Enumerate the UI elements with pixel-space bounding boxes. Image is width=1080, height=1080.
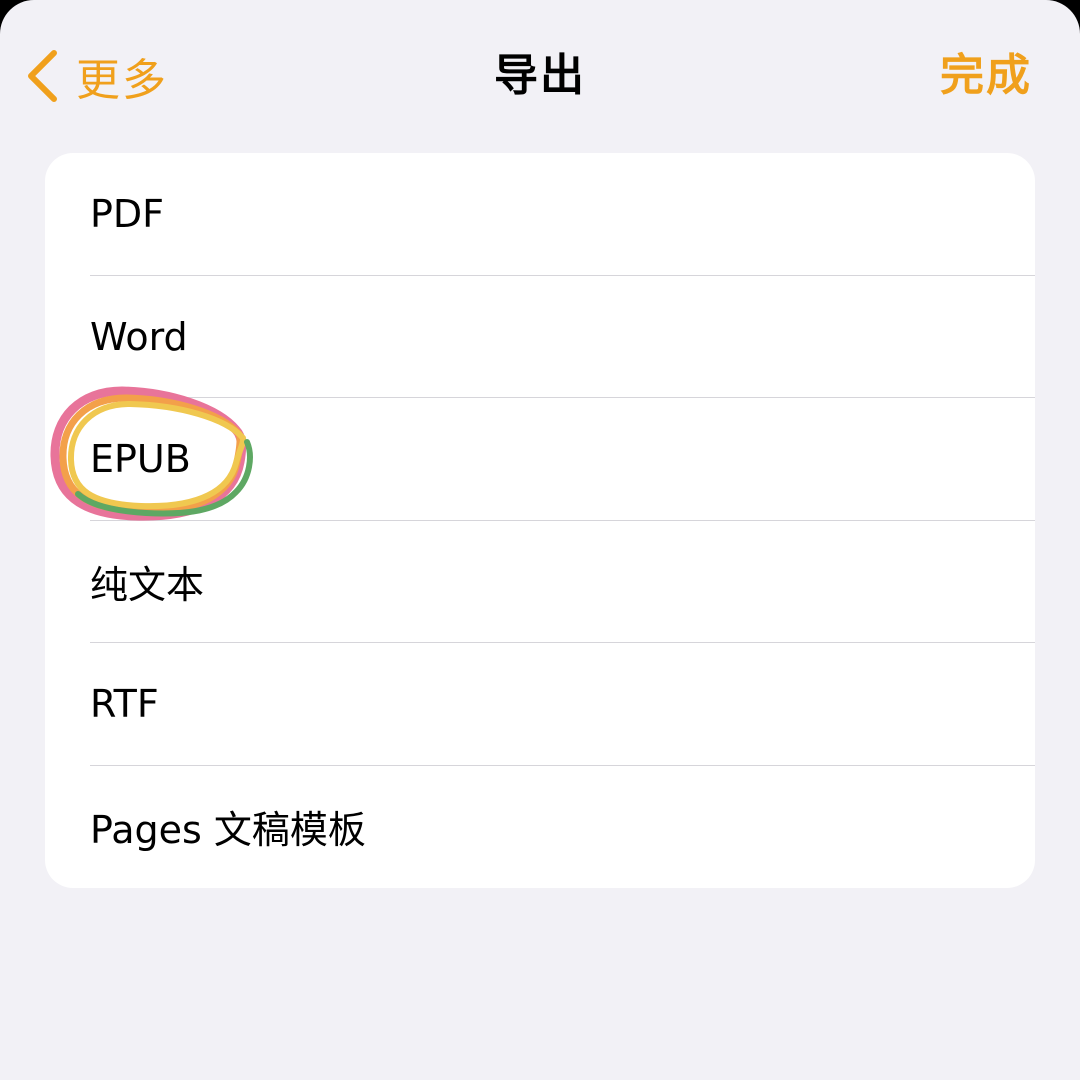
export-option-label: EPUB — [90, 437, 191, 482]
export-option-label: 纯文本 — [90, 563, 205, 608]
export-option-plain-text[interactable]: 纯文本 — [45, 521, 1035, 643]
export-option-word[interactable]: Word — [45, 276, 1035, 398]
done-button[interactable]: 完成 — [940, 44, 1032, 108]
export-option-pages-template[interactable]: Pages 文稿模板 — [45, 766, 1035, 889]
export-screen: 更多 导出 完成 PDF Word EPUB 纯文本 RTF Pages 文稿模… — [0, 0, 1080, 1080]
export-option-rtf[interactable]: RTF — [45, 643, 1035, 766]
export-option-pdf[interactable]: PDF — [45, 153, 1035, 276]
export-option-label: Word — [90, 314, 188, 359]
export-option-label: PDF — [90, 192, 165, 237]
page-title: 导出 — [494, 50, 586, 101]
export-option-epub[interactable]: EPUB — [45, 398, 1035, 521]
export-option-label: RTF — [90, 682, 159, 727]
export-option-label: Pages 文稿模板 — [90, 808, 366, 853]
export-options-list: PDF Word EPUB 纯文本 RTF Pages 文稿模板 — [45, 153, 1035, 888]
